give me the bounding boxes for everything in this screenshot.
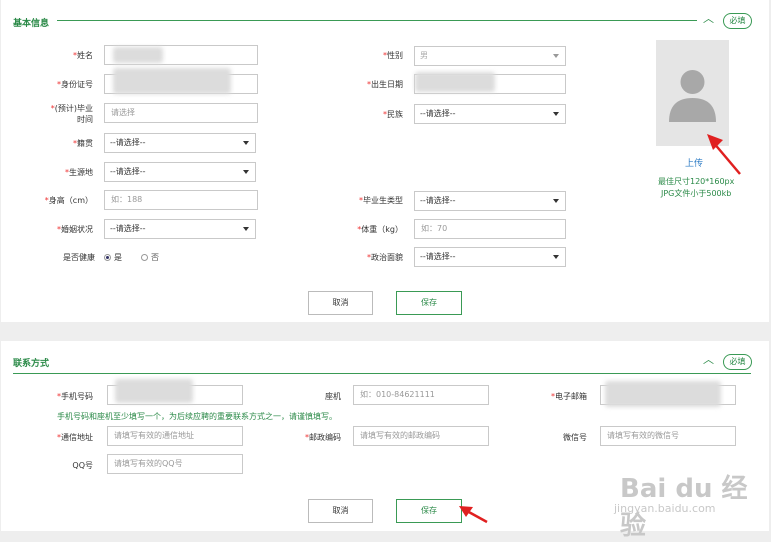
basic-info-divider (57, 20, 697, 21)
chevron-down-icon (243, 227, 249, 231)
wechat-label: 微信号 (563, 433, 587, 442)
radio-unchecked-icon[interactable] (141, 254, 148, 261)
save-button[interactable]: 保存 (396, 291, 462, 315)
collapse-chevron-icon[interactable]: ︿ (703, 13, 714, 24)
qq-input[interactable]: 请填写有效的QQ号 (107, 454, 243, 474)
height-input[interactable]: 如：188 (104, 190, 258, 210)
chevron-down-icon (553, 54, 559, 58)
chevron-down-icon (553, 199, 559, 203)
weight-input[interactable]: 如：70 (414, 219, 566, 239)
gender-select[interactable]: 男 (414, 46, 566, 66)
watermark-url: jingyan.baidu.com (614, 502, 716, 515)
grad-type-select[interactable]: --请选择-- (414, 191, 566, 211)
postcode-label: *邮政编码 (305, 433, 341, 442)
id-number-label: *身份证号 (57, 80, 93, 89)
wechat-input[interactable]: 请填写有效的微信号 (600, 426, 736, 446)
gender-label: *性别 (383, 51, 403, 60)
marital-label: *婚姻状况 (57, 225, 93, 234)
redacted-birth (415, 72, 495, 92)
redacted-name (113, 47, 163, 63)
chevron-down-icon (243, 141, 249, 145)
weight-label: *体重（kg） (357, 225, 403, 234)
upload-link[interactable]: 上传 (685, 156, 703, 169)
native-place-select[interactable]: --请选择-- (104, 133, 256, 153)
required-badge: 必填 (723, 354, 752, 370)
contact-divider (13, 373, 751, 374)
qq-label: QQ号 (72, 461, 93, 470)
phone-label: *手机号码 (57, 392, 93, 401)
landline-label: 座机 (325, 392, 341, 401)
address-label: *通信地址 (57, 433, 93, 442)
email-label: *电子邮箱 (551, 392, 587, 401)
health-label: 是否健康 (63, 253, 95, 262)
radio-checked-icon[interactable] (104, 254, 111, 261)
photo-placeholder[interactable] (656, 40, 729, 146)
annotation-arrow-icon (459, 506, 488, 524)
photo-file-hint: JPG文件小于500kb (661, 189, 732, 198)
chevron-down-icon (243, 170, 249, 174)
chevron-down-icon (553, 255, 559, 259)
landline-input[interactable]: 如：010-84621111 (353, 385, 489, 405)
redacted-phone (115, 379, 193, 403)
collapse-chevron-icon[interactable]: ︿ (703, 354, 714, 365)
birthplace-label: *生源地 (65, 168, 93, 177)
basic-info-panel: 基本信息 ︿ 必填 *姓名 *性别 男 *身份证号 *出生日期 *(预计)毕业时… (1, 0, 769, 322)
required-badge: 必填 (723, 13, 752, 29)
contact-title: 联系方式 (13, 359, 50, 369)
native-place-label: *籍贯 (73, 139, 93, 148)
redacted-id (113, 68, 231, 94)
name-label: *姓名 (73, 51, 93, 60)
grad-time-input[interactable]: 请选择 (104, 103, 258, 123)
annotation-arrow-icon (707, 134, 741, 175)
cancel-button[interactable]: 取消 (308, 499, 373, 523)
ethnic-select[interactable]: --请选择-- (414, 104, 566, 124)
height-label: *身高（cm） (44, 196, 93, 205)
redacted-email (605, 381, 721, 407)
address-input[interactable]: 请填写有效的通信地址 (107, 426, 243, 446)
political-select[interactable]: --请选择-- (414, 247, 566, 267)
ethnic-label: *民族 (383, 110, 403, 119)
postcode-input[interactable]: 请填写有效的邮政编码 (353, 426, 489, 446)
marital-select[interactable]: --请选择-- (104, 219, 256, 239)
birth-date-label: *出生日期 (367, 80, 403, 89)
health-no-option[interactable]: 否 (141, 252, 159, 263)
phone-hint: 手机号码和座机至少填写一个，为后续应聘的重要联系方式之一，请谨慎填写。 (57, 412, 337, 421)
grad-type-label: *毕业生类型 (359, 196, 403, 205)
save-button[interactable]: 保存 (396, 499, 462, 523)
cancel-button[interactable]: 取消 (308, 291, 373, 315)
health-yes-option[interactable]: 是 (104, 252, 122, 263)
political-label: *政治面貌 (367, 253, 403, 262)
chevron-down-icon (553, 112, 559, 116)
birthplace-select[interactable]: --请选择-- (104, 162, 256, 182)
user-silhouette-icon (669, 70, 716, 122)
basic-info-title: 基本信息 (13, 19, 50, 29)
grad-time-label: *(预计)毕业 时间 (50, 104, 93, 124)
